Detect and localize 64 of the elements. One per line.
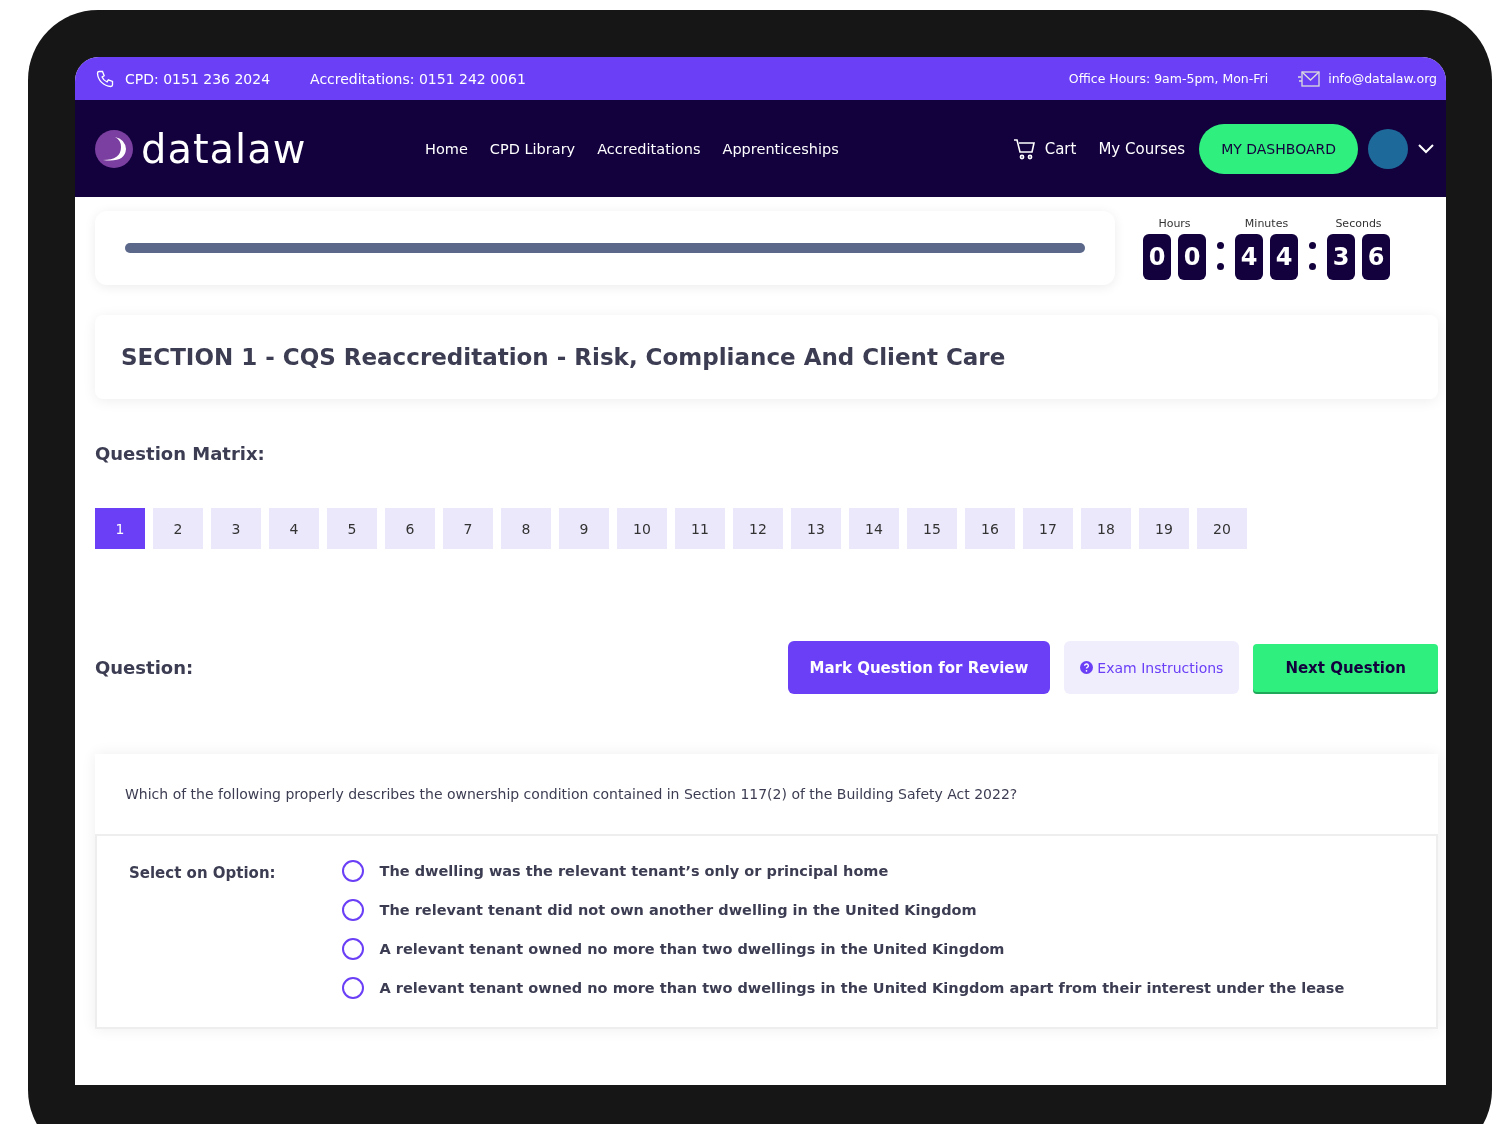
question-number-button[interactable]: 10 bbox=[617, 508, 667, 549]
question-number-button[interactable]: 19 bbox=[1139, 508, 1189, 549]
question-mark-icon bbox=[1080, 661, 1094, 674]
logo-text[interactable]: datalaw bbox=[141, 125, 307, 172]
email-link[interactable]: info@datalaw.org bbox=[1328, 71, 1437, 86]
option-text[interactable]: The dwelling was the relevant tenant’s only or principal home bbox=[379, 863, 889, 879]
question-number-button[interactable]: 9 bbox=[559, 508, 609, 549]
phone-icon bbox=[95, 68, 115, 89]
question-number-button[interactable]: 11 bbox=[675, 508, 725, 549]
timer-digit: 6 bbox=[1362, 233, 1390, 280]
cart-icon[interactable] bbox=[1012, 137, 1037, 160]
question-number-button[interactable]: 16 bbox=[965, 508, 1015, 549]
question-heading: Question: bbox=[95, 657, 194, 678]
radio-button[interactable] bbox=[341, 977, 364, 999]
question-number-button[interactable]: 12 bbox=[733, 508, 783, 549]
timer-label: Seconds bbox=[1335, 216, 1382, 230]
timer-digit: 0 bbox=[1143, 233, 1171, 280]
question-number-button[interactable]: 7 bbox=[443, 508, 493, 549]
office-hours: Office Hours: 9am-5pm, Mon-Fri bbox=[1068, 71, 1269, 86]
nav-link[interactable]: Home bbox=[425, 140, 468, 157]
dashboard-button[interactable]: MY DASHBOARD bbox=[1199, 123, 1358, 174]
question-number-button[interactable]: 1 bbox=[95, 508, 145, 549]
timer-digit: 3 bbox=[1327, 233, 1355, 280]
options-label: Select on Option: bbox=[129, 863, 276, 884]
section-title: SECTION 1 - CQS Reaccreditation - Risk, Compliance And Client Care bbox=[121, 344, 1006, 370]
matrix-title: Question Matrix: bbox=[95, 443, 266, 464]
question-number-button[interactable]: 14 bbox=[849, 508, 899, 549]
nav-link[interactable]: Apprenticeships bbox=[722, 140, 839, 157]
nav-link[interactable]: CPD Library bbox=[489, 140, 576, 157]
mark-review-button[interactable]: Mark Question for Review bbox=[787, 641, 1051, 694]
envelope-icon bbox=[1298, 70, 1321, 87]
timer-digit: 4 bbox=[1270, 233, 1298, 280]
timer-label: Minutes bbox=[1244, 216, 1289, 230]
timer-digit: 0 bbox=[1178, 233, 1206, 280]
question-number-button[interactable]: 5 bbox=[327, 508, 377, 549]
question-number-button[interactable]: 15 bbox=[907, 508, 957, 549]
question-number-button[interactable]: 13 bbox=[791, 508, 841, 549]
exam-instructions-button[interactable]: Exam Instructions bbox=[1064, 641, 1240, 694]
option-text[interactable]: A relevant tenant owned no more than two dwellings in the United Kingdom bbox=[379, 941, 1005, 957]
chevron-down-icon[interactable] bbox=[1418, 143, 1434, 154]
cart-link[interactable]: Cart bbox=[1044, 139, 1077, 158]
radio-button[interactable] bbox=[341, 860, 364, 882]
question-number-button[interactable]: 8 bbox=[501, 508, 551, 549]
radio-button[interactable] bbox=[341, 899, 364, 921]
question-number-button[interactable]: 6 bbox=[385, 508, 435, 549]
next-question-button[interactable]: Next Question bbox=[1253, 643, 1438, 692]
question-number-button[interactable]: 3 bbox=[211, 508, 261, 549]
nav-link[interactable]: Accreditations bbox=[597, 140, 701, 157]
option-text[interactable]: The relevant tenant did not own another dwelling in the United Kingdom bbox=[379, 902, 977, 918]
phone-number[interactable]: CPD: 0151 236 2024 bbox=[125, 70, 271, 87]
logo-icon bbox=[95, 129, 133, 168]
timer-label: Hours bbox=[1158, 216, 1191, 230]
timer-digit: 4 bbox=[1235, 233, 1263, 280]
option-text[interactable]: A relevant tenant owned no more than two dwellings in the United Kingdom apart from their interest under the lease bbox=[379, 980, 1345, 996]
question-number-button[interactable]: 18 bbox=[1081, 508, 1131, 549]
question-number-button[interactable]: 17 bbox=[1023, 508, 1073, 549]
radio-button[interactable] bbox=[341, 938, 364, 960]
question-text: Which of the following properly describes the ownership condition contained in Section 117(2) of the Building Safety Act 2022? bbox=[124, 785, 1019, 804]
phone-number[interactable]: Accreditations: 0151 242 0061 bbox=[310, 70, 526, 87]
avatar[interactable] bbox=[1368, 128, 1408, 169]
question-number-button[interactable]: 20 bbox=[1197, 508, 1247, 549]
question-number-button[interactable]: 2 bbox=[153, 508, 203, 549]
question-number-button[interactable]: 4 bbox=[269, 508, 319, 549]
my-courses-link[interactable]: My Courses bbox=[1098, 139, 1186, 158]
